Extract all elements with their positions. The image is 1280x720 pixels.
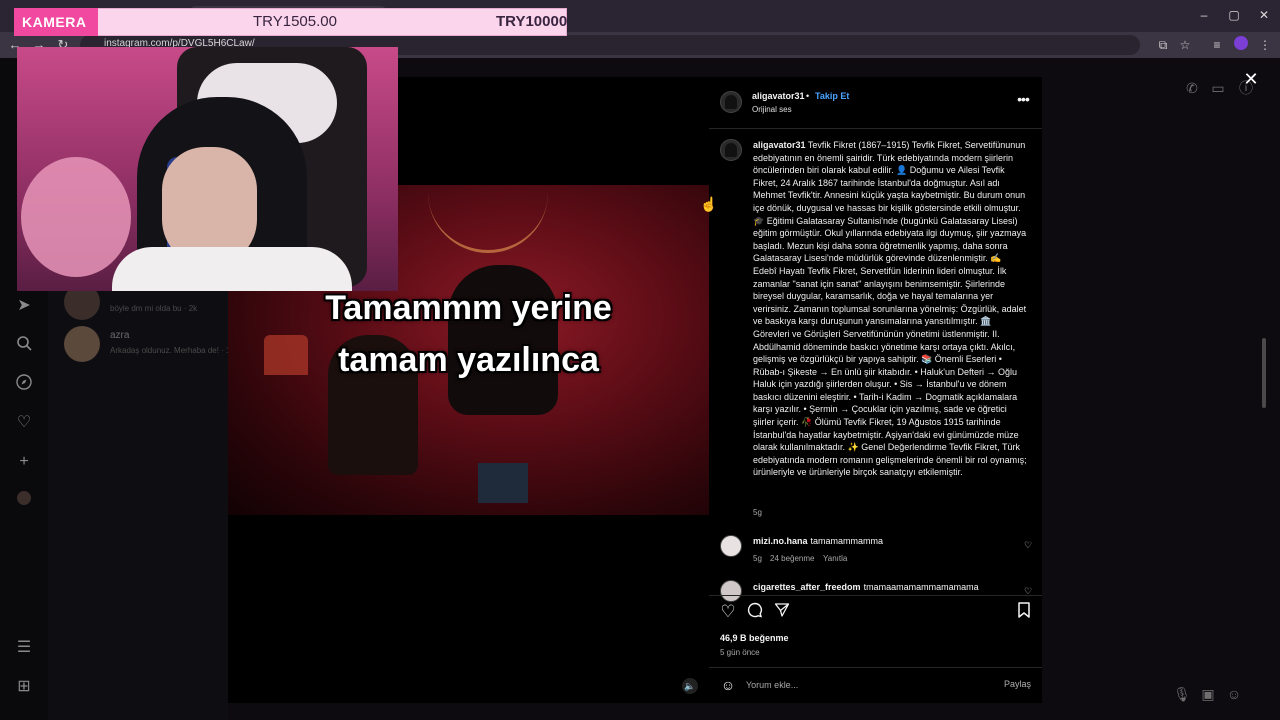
create-plus-icon[interactable]: + <box>14 452 34 472</box>
like-count[interactable]: 46,9 B beğenme <box>720 633 789 643</box>
heart-icon[interactable]: ♡ <box>14 413 34 433</box>
caption-text: Tevfik Fikret (1867–1915) Tevfik Fikret,… <box>753 140 1027 478</box>
video-call-icon[interactable]: ▭ <box>1208 78 1228 98</box>
author-username[interactable]: aligavator31 <box>752 91 805 101</box>
caption-username[interactable]: aligavator31 <box>753 140 806 150</box>
audio-label[interactable]: Orijinal ses <box>752 105 792 114</box>
phone-icon[interactable]: ✆ <box>1182 78 1202 98</box>
post-age: 5g <box>753 508 762 517</box>
video-caption: Tamammm yerine tamam yazılınca <box>228 282 709 386</box>
threads-icon[interactable]: ⊞ <box>14 677 34 697</box>
current-amount: TRY1505.00 <box>253 13 337 30</box>
image-icon[interactable]: ▣ <box>1198 684 1218 704</box>
table <box>478 463 528 503</box>
scrollbar[interactable] <box>1262 338 1266 408</box>
media-control-icon[interactable]: ≡ <box>1208 36 1226 54</box>
comment-like-icon[interactable]: ♡ <box>1023 540 1033 550</box>
dm-preview: Arkadaş oldunuz. Merhaba de! · 1 <box>110 346 231 355</box>
streamer-shirt <box>112 247 352 291</box>
separator-dot: • <box>806 91 810 101</box>
comment: mizi.no.hana tamamammamma <box>753 536 883 546</box>
sticker-icon[interactable]: ☺ <box>1224 684 1244 704</box>
avatar <box>64 326 100 362</box>
browser-menu-icon[interactable]: ⋮ <box>1256 36 1274 54</box>
plush-toy <box>21 157 131 277</box>
mouse-cursor-icon: ☝ <box>700 196 718 212</box>
caption-avatar[interactable] <box>720 139 742 161</box>
post-header <box>709 77 1042 129</box>
emoji-icon[interactable]: ☺ <box>719 676 737 694</box>
profile-avatar-icon[interactable] <box>14 491 34 511</box>
author-avatar[interactable] <box>720 91 742 113</box>
overlay-label: KAMERA <box>14 8 98 36</box>
close-icon[interactable]: ✕ <box>1242 70 1260 88</box>
microphone-icon[interactable]: 🎙 <box>1172 684 1192 704</box>
dm-list-item[interactable]: azra Arkadaş oldunuz. Merhaba de! · 1 <box>60 322 231 366</box>
goal-amount: TRY10000 <box>496 13 568 30</box>
minimize-button[interactable]: – <box>1194 6 1214 24</box>
more-options-icon[interactable]: ••• <box>1014 92 1032 108</box>
menu-icon[interactable]: ☰ <box>14 638 34 658</box>
divider <box>709 667 1042 668</box>
commenter-avatar[interactable] <box>720 535 742 557</box>
divider <box>709 595 1042 596</box>
commenter-avatar[interactable] <box>720 580 742 602</box>
post-caption: aligavator31 Tevfik Fikret (1867–1915) T… <box>753 139 1027 479</box>
comment-username[interactable]: cigarettes_after_freedom <box>753 582 861 592</box>
search-icon[interactable] <box>14 335 34 355</box>
dm-name: azra <box>110 330 130 341</box>
volume-icon[interactable]: 🔈 <box>682 678 698 694</box>
webcam-feed <box>17 47 398 291</box>
comment-likes[interactable]: 24 beğenme <box>770 554 814 563</box>
comment-text: tmamaamamammamamama <box>863 582 979 592</box>
share-send-icon[interactable] <box>772 602 792 622</box>
comment-input[interactable] <box>746 678 986 692</box>
screen: { "browser": { "url": "instagram.com/p/D… <box>0 0 1280 720</box>
comment-bubble-icon[interactable] <box>745 602 765 622</box>
reply-button[interactable]: Yanıtla <box>823 554 847 563</box>
dm-preview: böyle dm mi olda bu · 2k <box>110 304 198 313</box>
chandelier <box>428 193 548 253</box>
comment-username[interactable]: mizi.no.hana <box>753 536 808 546</box>
post-comment-button[interactable]: Paylaş <box>1004 679 1031 689</box>
comment-text: tamamammamma <box>810 536 884 546</box>
post-time: 5 gün önce <box>720 648 760 657</box>
bookmark-star-icon[interactable]: ☆ <box>1176 36 1194 54</box>
profile-icon[interactable] <box>1232 36 1250 54</box>
explore-icon[interactable]: ➤ <box>14 296 34 316</box>
comment-age: 5g <box>753 554 762 563</box>
maximize-button[interactable]: ▢ <box>1224 6 1244 24</box>
save-bookmark-icon[interactable] <box>1014 602 1034 622</box>
like-heart-icon[interactable]: ♡ <box>718 602 738 622</box>
close-window-button[interactable]: ✕ <box>1254 6 1274 24</box>
follow-button[interactable]: Takip Et <box>815 91 849 101</box>
compass-icon[interactable] <box>14 374 34 394</box>
install-app-icon[interactable]: ⧉ <box>1154 36 1172 54</box>
caption-line-2: tamam yazılınca <box>338 341 599 379</box>
comment: cigarettes_after_freedom tmamaamamammamam… <box>753 582 979 592</box>
